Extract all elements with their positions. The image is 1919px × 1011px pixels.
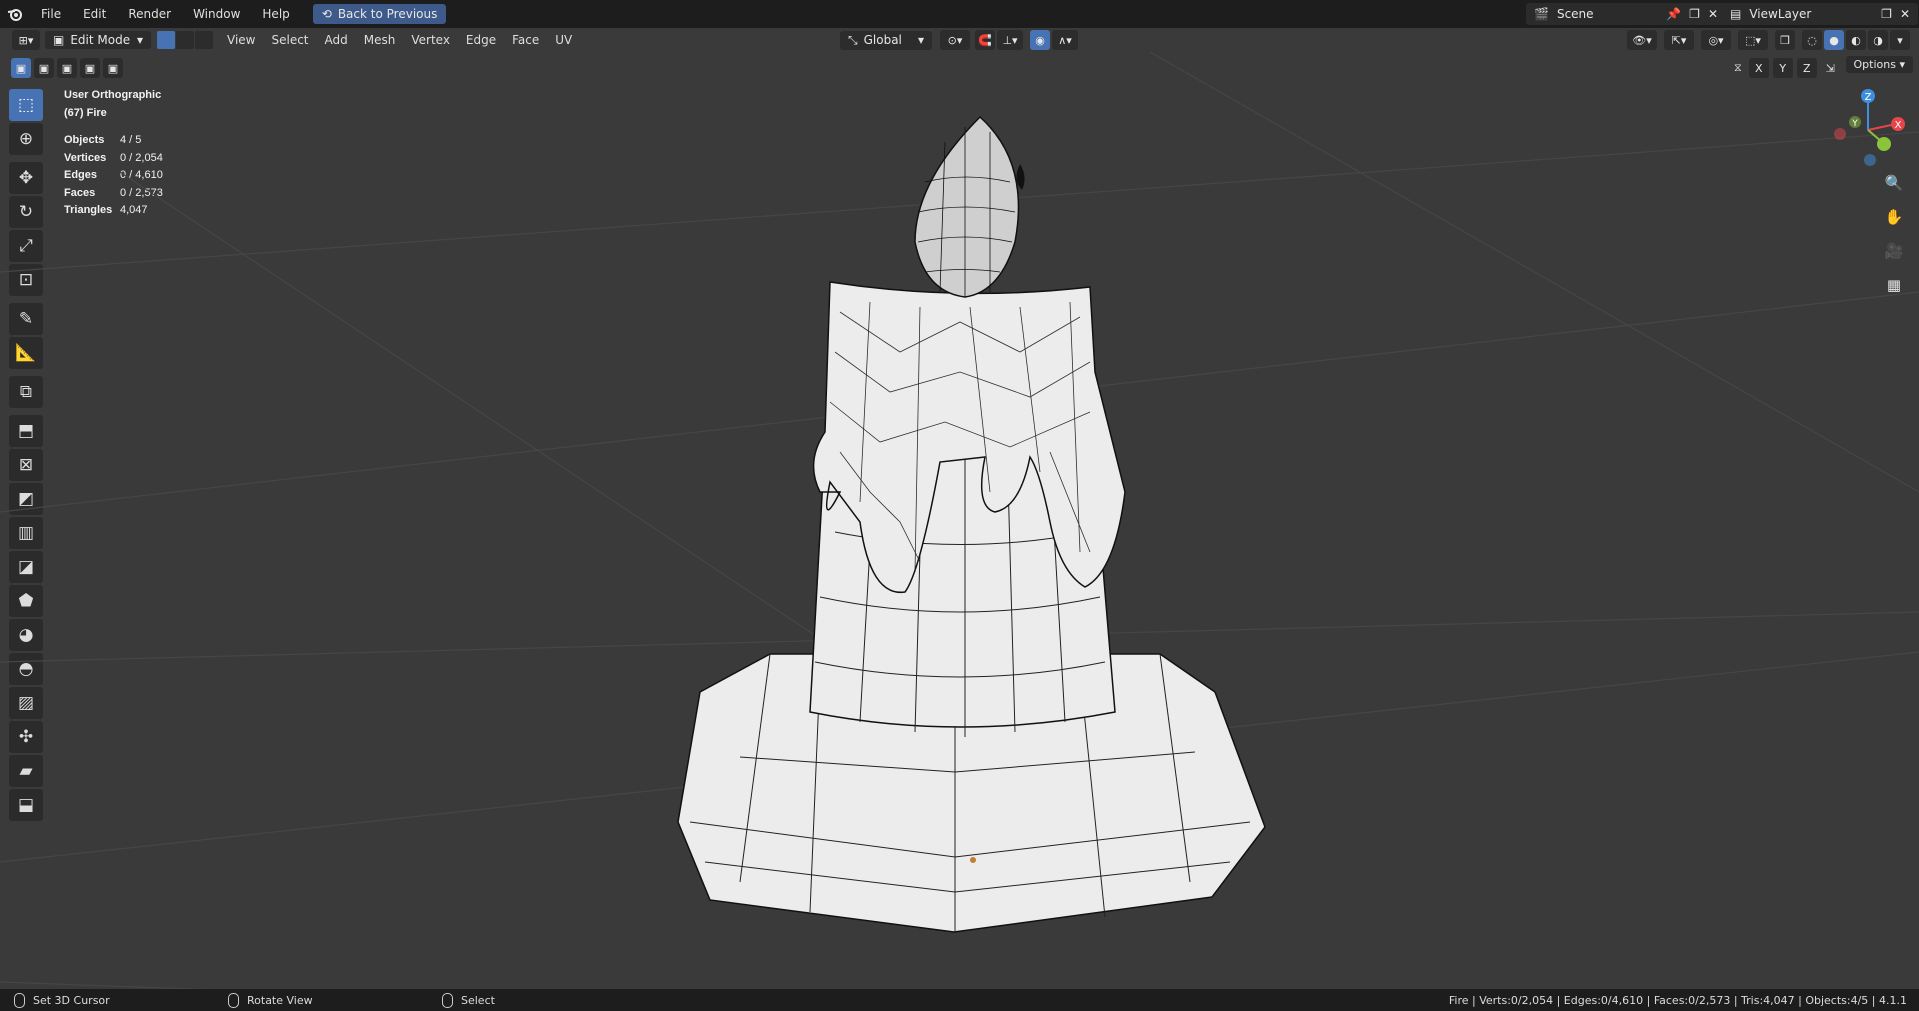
mouse-middle-icon: [228, 992, 239, 1008]
orientation-label: Global: [863, 33, 902, 47]
scene-icon: 🎬: [1534, 7, 1549, 21]
back-icon: ⟲: [321, 7, 332, 21]
gizmo-y-label: Y: [1851, 119, 1858, 129]
mode-label: Edit Mode: [70, 33, 131, 47]
status-middle-label: Rotate View: [247, 993, 313, 1007]
scene-name: Scene: [1556, 7, 1594, 21]
gizmo-y-axis[interactable]: [1877, 137, 1891, 151]
viewlayer-selector[interactable]: ▤ ViewLayer ❐ ✕: [1722, 3, 1918, 25]
scene-statistics: Fire | Verts:0/2,054 | Edges:0/4,610 | F…: [1448, 993, 1907, 1007]
gizmo-neg-z[interactable]: [1864, 154, 1876, 166]
copy-icon[interactable]: ❐: [1689, 7, 1700, 21]
pan-hand-icon[interactable]: ✋: [1881, 204, 1907, 230]
edit-mode-icon: ▣: [53, 33, 65, 47]
xray-icon[interactable]: ❒: [1775, 30, 1795, 50]
menu-file[interactable]: File: [30, 7, 72, 21]
status-right-label: Select: [461, 993, 495, 1007]
snap-icon[interactable]: 🧲: [975, 30, 995, 50]
header-menu-face[interactable]: Face: [504, 31, 547, 49]
orientation-dropdown[interactable]: ⤡ Global ▾: [840, 30, 932, 50]
viewport-nav-buttons: 🔍 ✋ 🎥 ▦: [1881, 170, 1907, 298]
proportional-edit-icon[interactable]: ◉: [1030, 30, 1050, 50]
header-menu-add[interactable]: Add: [317, 31, 356, 49]
header-menu-vertex[interactable]: Vertex: [403, 31, 458, 49]
mode-dropdown[interactable]: ▣ Edit Mode ▾: [45, 31, 151, 49]
mouse-left-icon: [14, 992, 25, 1008]
gizmo-z-label: Z: [1865, 92, 1872, 103]
copy-icon[interactable]: ❐: [1881, 7, 1892, 21]
solid-shading-icon[interactable]: ●: [1824, 30, 1844, 50]
wireframe-shading-icon[interactable]: ◌: [1802, 30, 1822, 50]
camera-icon[interactable]: 🎥: [1881, 238, 1907, 264]
mesh-overlay-icon[interactable]: ⬚▾: [1738, 30, 1768, 50]
gizmo-icon[interactable]: ⇱▾: [1664, 30, 1694, 50]
falloff-icon[interactable]: ∧▾: [1052, 30, 1078, 50]
viewlayer-icon: ▤: [1730, 7, 1742, 21]
close-icon[interactable]: ✕: [1900, 7, 1910, 21]
back-to-previous-label: Back to Previous: [337, 7, 438, 21]
header-menu-select[interactable]: Select: [263, 31, 316, 49]
status-left-click: Set 3D Cursor: [14, 992, 214, 1008]
top-bar: File Edit Render Window Help ⟲ Back to P…: [0, 0, 1919, 28]
status-right-click: Select: [442, 992, 495, 1008]
chevron-down-icon: ▾: [917, 33, 924, 47]
select-mode-buttons: [157, 31, 213, 49]
viewport-header: ⊞▾ ▣ Edit Mode ▾ View Select Add Mesh Ve…: [0, 28, 1919, 52]
close-icon[interactable]: ✕: [1708, 7, 1718, 21]
header-menu-uv[interactable]: UV: [547, 31, 580, 49]
status-left-label: Set 3D Cursor: [33, 993, 110, 1007]
origin-point: [970, 857, 976, 863]
visibility-icon[interactable]: 👁▾: [1627, 30, 1657, 50]
header-menu-edge[interactable]: Edge: [458, 31, 504, 49]
pin-icon[interactable]: 📌: [1666, 7, 1681, 21]
menu-help[interactable]: Help: [251, 7, 300, 21]
viewport-canvas[interactable]: Z X Y: [0, 52, 1919, 989]
mouse-right-icon: [442, 992, 453, 1008]
pivot-point-icon[interactable]: ⊙▾: [940, 30, 970, 50]
vertex-select-icon[interactable]: [157, 31, 175, 49]
header-menu-mesh[interactable]: Mesh: [356, 31, 404, 49]
viewlayer-name: ViewLayer: [1749, 7, 1812, 21]
snap-target-icon[interactable]: ⊥▾: [997, 30, 1023, 50]
edge-select-icon[interactable]: [176, 31, 194, 49]
menu-window[interactable]: Window: [182, 7, 251, 21]
grid-icon[interactable]: ▦: [1881, 272, 1907, 298]
gizmo-x-label: X: [1895, 120, 1902, 131]
material-shading-icon[interactable]: ◐: [1846, 30, 1866, 50]
editor-type-icon[interactable]: ⊞▾: [12, 30, 40, 50]
overlay-icon[interactable]: ◎▾: [1701, 30, 1731, 50]
back-to-previous-button[interactable]: ⟲ Back to Previous: [312, 4, 447, 24]
status-bar: Set 3D Cursor Rotate View Select Fire | …: [0, 989, 1919, 1011]
menu-render[interactable]: Render: [117, 7, 182, 21]
rendered-shading-icon[interactable]: ◑: [1868, 30, 1888, 50]
transform-orientation-icon: ⤡: [848, 32, 858, 47]
menu-edit[interactable]: Edit: [72, 7, 117, 21]
face-select-icon[interactable]: [195, 31, 213, 49]
blender-logo-icon[interactable]: [0, 7, 30, 21]
chevron-down-icon: ▾: [136, 33, 143, 47]
gizmo-neg-x[interactable]: [1834, 128, 1846, 140]
navigation-gizmo[interactable]: Z X Y: [1834, 89, 1905, 166]
shading-options-icon[interactable]: ▾: [1890, 30, 1910, 50]
scene-selector[interactable]: 🎬 Scene 📌 ❐ ✕: [1526, 3, 1726, 25]
zoom-icon[interactable]: 🔍: [1881, 170, 1907, 196]
status-middle-click: Rotate View: [228, 992, 428, 1008]
candle-mesh[interactable]: [677, 115, 1266, 933]
header-menu-view[interactable]: View: [219, 31, 263, 49]
